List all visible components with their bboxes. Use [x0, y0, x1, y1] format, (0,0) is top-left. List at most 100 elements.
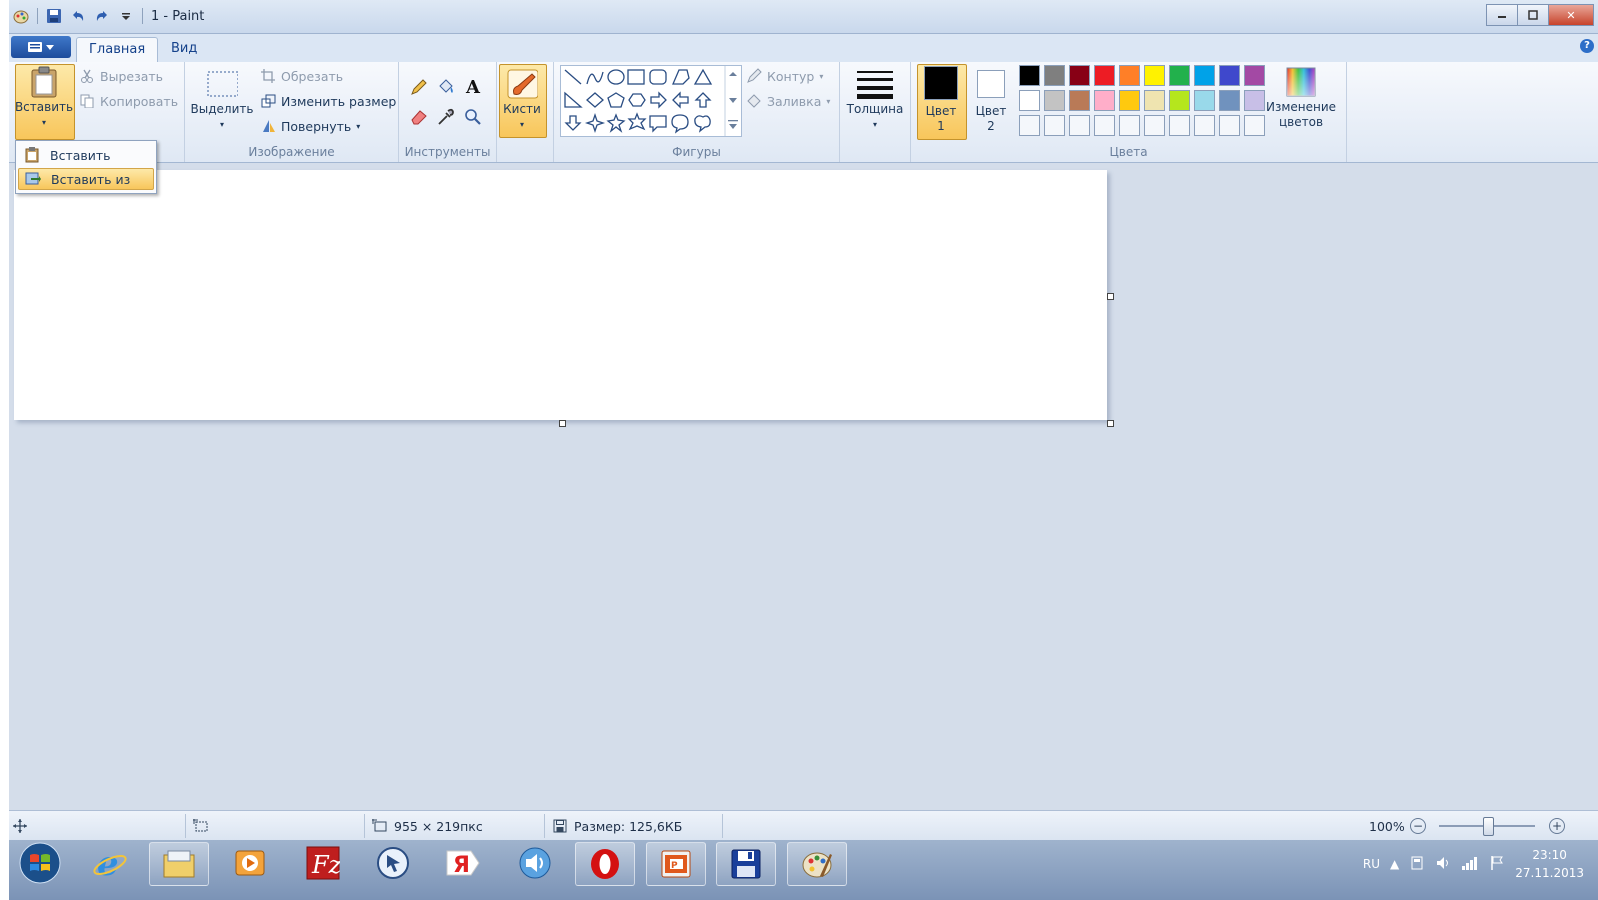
- zoom-in-button[interactable]: +: [1549, 818, 1565, 834]
- palette-swatch[interactable]: [1219, 65, 1240, 86]
- cut-button[interactable]: Вырезать: [79, 68, 163, 84]
- paint-window: 1 - Paint ✕ Главная Вид ? Вставить ▾ Выр…: [9, 0, 1598, 900]
- palette-swatch[interactable]: [1119, 90, 1140, 111]
- tab-view[interactable]: Вид: [159, 37, 209, 62]
- action-center-flag-icon[interactable]: [1489, 855, 1505, 874]
- minimize-button[interactable]: [1486, 4, 1518, 26]
- browser-icon[interactable]: [364, 842, 422, 884]
- help-icon[interactable]: ?: [1580, 39, 1594, 53]
- custom-color-slot[interactable]: [1069, 115, 1090, 136]
- paint-app-icon[interactable]: [13, 8, 29, 24]
- rotate-button[interactable]: Повернуть ▾: [260, 118, 360, 134]
- paint-taskbar-icon[interactable]: [787, 842, 847, 886]
- language-indicator[interactable]: RU: [1363, 857, 1380, 871]
- status-divider: [185, 814, 186, 838]
- fill-button[interactable]: Заливка ▾: [746, 93, 830, 109]
- clipboard-icon: [28, 66, 60, 98]
- maximize-button[interactable]: [1517, 4, 1549, 26]
- speaker-icon[interactable]: [506, 842, 564, 884]
- palette-swatch[interactable]: [1169, 65, 1190, 86]
- menu-item-paste-from[interactable]: Вставить из: [18, 168, 154, 190]
- color-picker-icon[interactable]: [435, 106, 457, 128]
- custom-color-slot[interactable]: [1019, 115, 1040, 136]
- fill-bucket-icon[interactable]: [435, 76, 457, 98]
- palette-swatch[interactable]: [1019, 65, 1040, 86]
- magnifier-icon[interactable]: [462, 106, 484, 128]
- outline-button[interactable]: Контур ▾: [746, 68, 823, 84]
- zoom-out-button[interactable]: −: [1410, 818, 1426, 834]
- drawing-canvas[interactable]: [14, 170, 1107, 420]
- crop-label: Обрезать: [281, 68, 344, 84]
- palette-swatch[interactable]: [1244, 65, 1265, 86]
- text-tool-icon[interactable]: A: [462, 76, 484, 98]
- copy-button[interactable]: Копировать: [79, 93, 178, 109]
- color1-button[interactable]: Цвет 1: [917, 66, 965, 134]
- filezilla-icon[interactable]: Fz: [294, 842, 352, 884]
- eraser-icon[interactable]: [408, 106, 430, 128]
- resize-icon: [260, 93, 276, 109]
- palette-swatch[interactable]: [1044, 65, 1065, 86]
- media-player-icon[interactable]: [221, 842, 279, 884]
- undo-icon[interactable]: [70, 8, 86, 24]
- custom-color-slot[interactable]: [1169, 115, 1190, 136]
- paste-button[interactable]: Вставить ▾: [15, 66, 73, 130]
- thickness-button[interactable]: Толщина ▾: [844, 68, 906, 132]
- resize-handle-corner[interactable]: [1107, 420, 1114, 427]
- palette-swatch[interactable]: [1219, 90, 1240, 111]
- custom-color-slot[interactable]: [1044, 115, 1065, 136]
- palette-swatch[interactable]: [1019, 90, 1040, 111]
- save-icon[interactable]: [46, 8, 62, 24]
- palette-swatch[interactable]: [1144, 90, 1165, 111]
- palette-swatch[interactable]: [1194, 65, 1215, 86]
- customize-qat-icon[interactable]: [118, 8, 134, 24]
- resize-button[interactable]: Изменить размер: [260, 93, 396, 109]
- palette-swatch[interactable]: [1119, 65, 1140, 86]
- paint-menu-button[interactable]: [11, 36, 71, 58]
- color2-button[interactable]: Цвет 2: [969, 66, 1013, 134]
- zoom-slider-thumb[interactable]: [1483, 817, 1494, 836]
- taskbar-clock[interactable]: 23:10 27.11.2013: [1515, 846, 1584, 882]
- palette-swatch[interactable]: [1144, 65, 1165, 86]
- network-device-icon[interactable]: [1409, 855, 1425, 874]
- internet-explorer-icon[interactable]: e: [81, 842, 139, 884]
- custom-color-slot[interactable]: [1144, 115, 1165, 136]
- close-button[interactable]: ✕: [1548, 4, 1594, 26]
- signal-icon[interactable]: [1461, 856, 1479, 873]
- shapes-gallery-icons[interactable]: [561, 66, 741, 136]
- start-button[interactable]: [11, 842, 69, 884]
- pencil-icon[interactable]: [408, 76, 430, 98]
- palette-swatch[interactable]: [1094, 65, 1115, 86]
- brushes-button[interactable]: Кисти ▾: [499, 68, 545, 132]
- edit-colors-button[interactable]: Изменение цветов: [1264, 66, 1338, 130]
- show-hidden-icons-icon[interactable]: ▲: [1390, 857, 1399, 871]
- redo-icon[interactable]: [94, 8, 110, 24]
- opera-icon[interactable]: [575, 842, 635, 886]
- resize-handle-bottom[interactable]: [559, 420, 566, 427]
- palette-swatch[interactable]: [1069, 90, 1090, 111]
- yandex-browser-icon[interactable]: Я: [434, 842, 492, 884]
- paste-label: Вставить: [14, 100, 74, 114]
- powerpoint-icon[interactable]: P: [646, 842, 706, 886]
- tab-home[interactable]: Главная: [76, 37, 159, 63]
- custom-color-slot[interactable]: [1119, 115, 1140, 136]
- palette-swatch[interactable]: [1244, 90, 1265, 111]
- palette-swatch[interactable]: [1094, 90, 1115, 111]
- shapes-gallery: [560, 65, 742, 137]
- custom-color-slot[interactable]: [1244, 115, 1265, 136]
- palette-swatch[interactable]: [1044, 90, 1065, 111]
- window-controls: ✕: [1486, 4, 1594, 26]
- crop-button[interactable]: Обрезать: [260, 68, 343, 84]
- palette-swatch[interactable]: [1169, 90, 1190, 111]
- palette-swatch[interactable]: [1194, 90, 1215, 111]
- select-button[interactable]: Выделить ▾: [191, 68, 253, 132]
- explorer-icon[interactable]: [149, 842, 209, 886]
- resize-handle-right[interactable]: [1107, 293, 1114, 300]
- custom-color-slot[interactable]: [1094, 115, 1115, 136]
- palette-swatch[interactable]: [1069, 65, 1090, 86]
- volume-icon[interactable]: [1435, 855, 1451, 874]
- status-bar: 955 × 219пкс Размер: 125,6КБ 100% − +: [9, 810, 1598, 841]
- menu-item-paste[interactable]: Вставить: [18, 144, 154, 166]
- custom-color-slot[interactable]: [1194, 115, 1215, 136]
- floppy-save-icon[interactable]: [716, 842, 776, 886]
- custom-color-slot[interactable]: [1219, 115, 1240, 136]
